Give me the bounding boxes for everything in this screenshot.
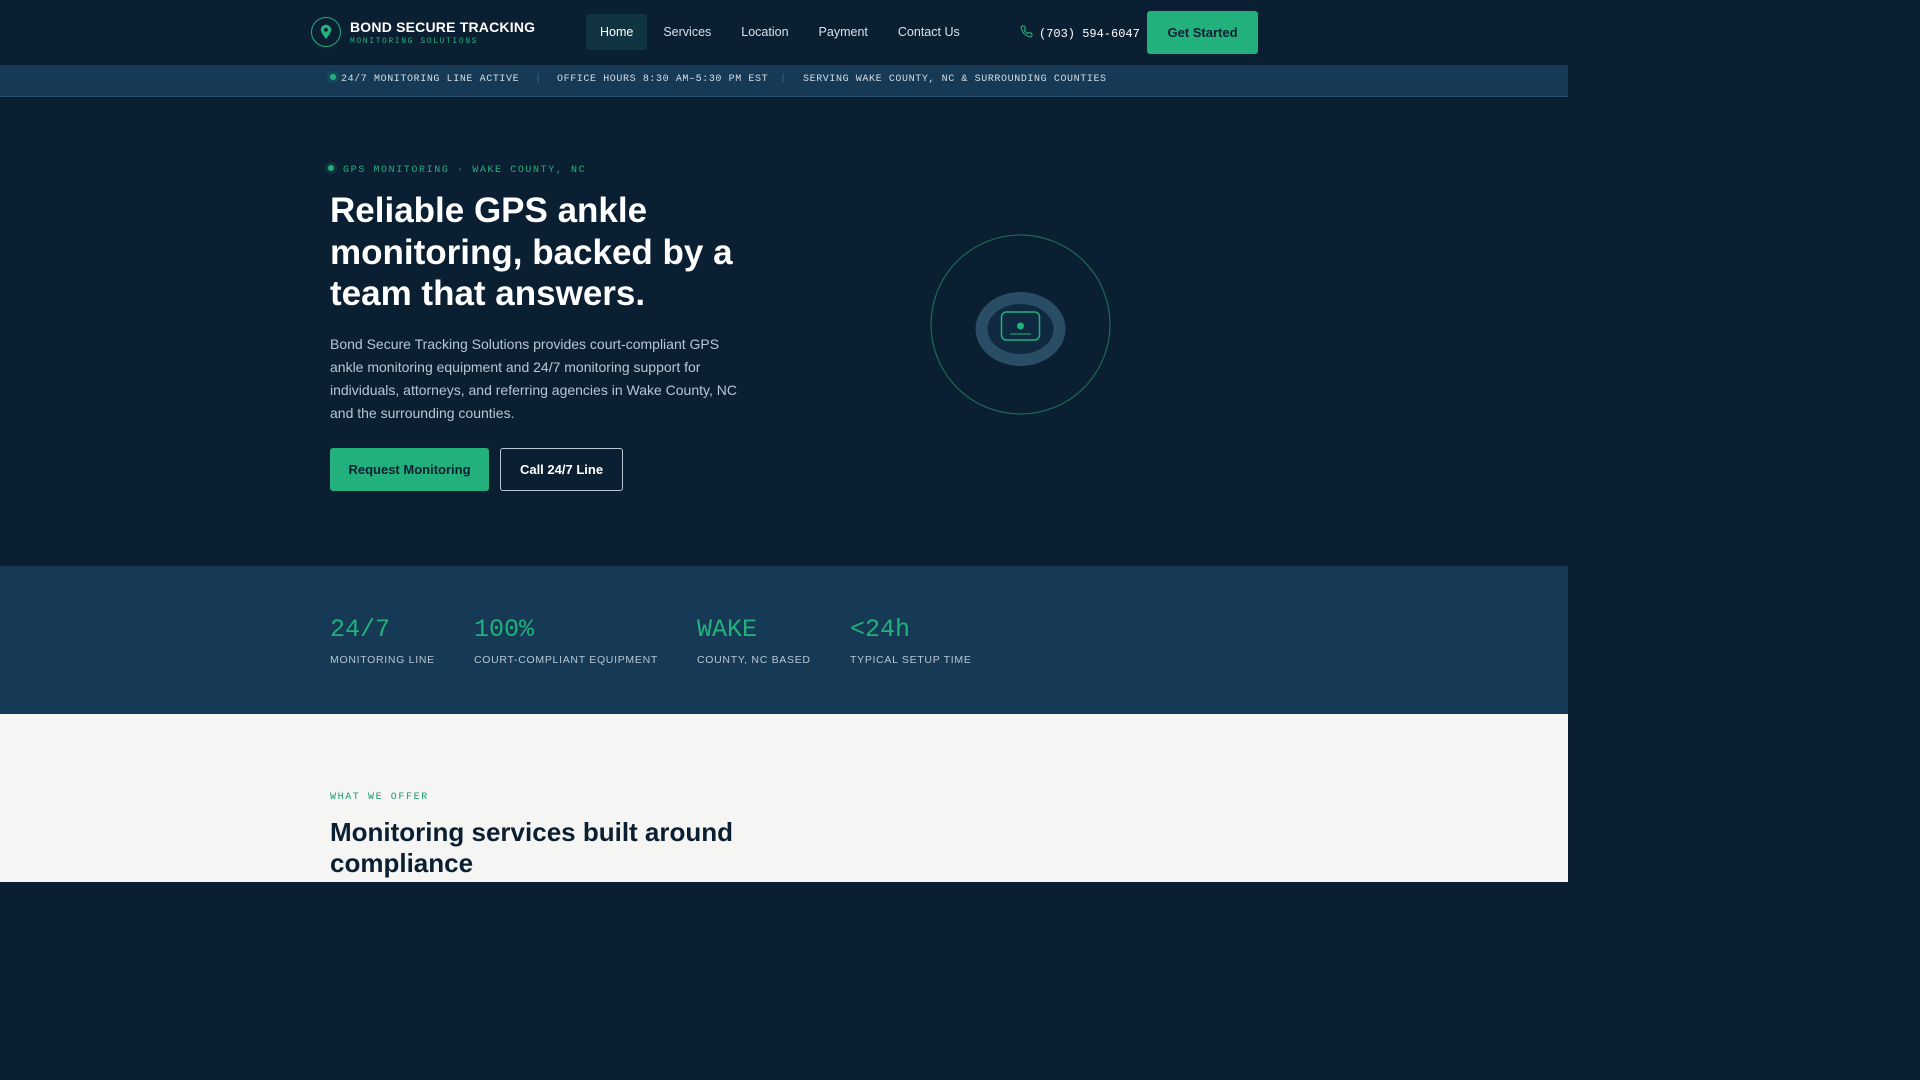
divider: | — [780, 74, 787, 85]
divider: | — [535, 74, 542, 85]
stats-section: 24/7 MONITORING LINE 100% COURT-COMPLIAN… — [0, 566, 1568, 714]
brand-name: BOND SECURE TRACKING — [350, 18, 536, 35]
hero-description: Bond Secure Tracking Solutions provides … — [330, 336, 737, 421]
stat-value: WAKE — [697, 615, 758, 644]
section-title: Monitoring services built around complia… — [330, 817, 734, 878]
stat-value: 100% — [474, 615, 535, 644]
hero-title: Reliable GPS ankle monitoring, backed by… — [330, 191, 733, 313]
services-section: WHAT WE OFFER Monitoring services built … — [0, 714, 1568, 882]
get-started-button[interactable]: Get Started — [1147, 11, 1258, 54]
section-eyebrow: WHAT WE OFFER — [330, 792, 429, 803]
hero-section: GPS MONITORING · WAKE COUNTY, NC Reliabl… — [0, 97, 1568, 566]
phone-link[interactable]: (703) 594-6047 — [1020, 25, 1140, 42]
stat-label: COURT-COMPLIANT EQUIPMENT — [474, 654, 658, 666]
status-monitoring-line: 24/7 MONITORING LINE ACTIVE — [330, 74, 519, 85]
request-monitoring-button[interactable]: Request Monitoring — [330, 448, 489, 491]
nav-item-contact-us[interactable]: Contact Us — [884, 14, 974, 50]
nav-item-services[interactable]: Services — [649, 14, 725, 50]
status-service-area: SERVING WAKE COUNTY, NC & SURROUNDING CO… — [803, 74, 1107, 85]
stat-setup-time: <24h TYPICAL SETUP TIME — [850, 615, 972, 667]
main-nav: Home Services Location Payment Contact U… — [586, 14, 976, 50]
brand-logo[interactable]: BOND SECURE TRACKING MONITORING SOLUTION… — [311, 17, 535, 47]
stat-court-compliant: 100% COURT-COMPLIANT EQUIPMENT — [474, 615, 658, 667]
hero-eyebrow: GPS MONITORING · WAKE COUNTY, NC — [328, 165, 586, 176]
nav-item-payment[interactable]: Payment — [805, 14, 882, 50]
nav-item-location[interactable]: Location — [727, 14, 802, 50]
status-office-hours: OFFICE HOURS 8:30 AM–5:30 PM EST — [557, 74, 769, 85]
ankle-monitor-icon — [930, 234, 1111, 415]
call-24-7-line-button[interactable]: Call 24/7 Line — [500, 448, 623, 491]
site-header: BOND SECURE TRACKING MONITORING SOLUTION… — [0, 0, 1568, 65]
status-bar: 24/7 MONITORING LINE ACTIVE | OFFICE HOU… — [0, 65, 1568, 97]
status-dot-icon — [328, 165, 334, 172]
brand-tagline: MONITORING SOLUTIONS — [350, 36, 479, 46]
nav-item-home[interactable]: Home — [586, 14, 648, 50]
stat-county-based: WAKE COUNTY, NC BASED — [697, 615, 811, 667]
stat-label: COUNTY, NC BASED — [697, 654, 811, 666]
status-dot-icon — [330, 74, 336, 81]
phone-number: (703) 594-6047 — [1039, 26, 1140, 41]
stat-label: MONITORING LINE — [330, 654, 435, 666]
stat-monitoring-line: 24/7 MONITORING LINE — [330, 615, 435, 667]
stat-label: TYPICAL SETUP TIME — [850, 654, 972, 666]
map-pin-icon — [311, 17, 341, 47]
stat-value: <24h — [850, 615, 911, 644]
stat-value: 24/7 — [330, 615, 391, 644]
phone-icon — [1020, 25, 1033, 42]
